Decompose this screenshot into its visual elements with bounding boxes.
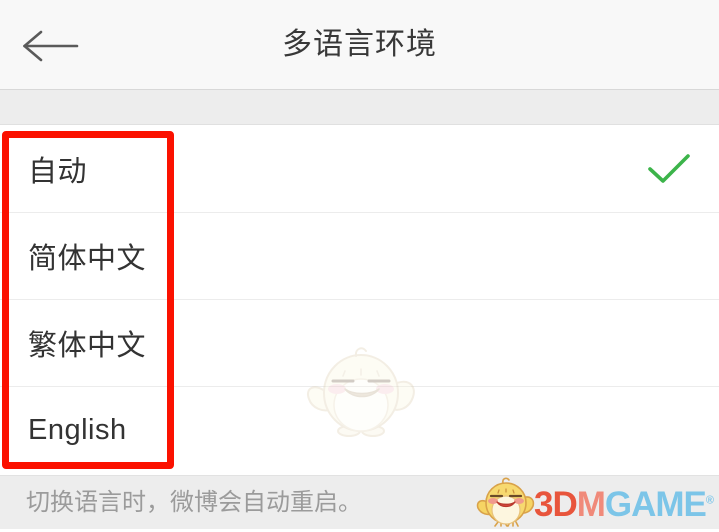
language-option-row[interactable]: 简体中文: [0, 212, 719, 299]
watermark-tm: ®: [705, 493, 714, 506]
language-option-label: English: [28, 413, 127, 446]
language-option-label: 简体中文: [28, 243, 147, 275]
section-gap-band: [0, 90, 719, 125]
watermark-3d: 3D: [533, 484, 578, 524]
footer-bar: 切换语言时，微博会自动重启。 3DMGAME®: [0, 475, 719, 529]
footer-note: 切换语言时，微博会自动重启。: [26, 489, 362, 516]
check-icon: [647, 153, 691, 185]
watermark-m: M: [576, 484, 606, 524]
bird-mascot-icon: [472, 477, 538, 527]
language-option-row[interactable]: 自动: [0, 125, 719, 212]
watermark-text: 3DMGAME®: [533, 484, 714, 524]
language-option-label: 自动: [28, 155, 88, 188]
language-option-row[interactable]: 繁体中文: [0, 299, 719, 386]
page-title: 多语言环境: [282, 28, 437, 61]
language-option-row[interactable]: English: [0, 386, 719, 473]
app-header: 多语言环境: [0, 0, 719, 90]
language-option-label: 繁体中文: [28, 330, 147, 362]
arrow-left-icon: [21, 29, 79, 63]
app-screen: 多语言环境 自动 简体中文 繁体中文 English 切换语言时，微博会自动重启…: [0, 0, 719, 529]
site-watermark: 3DMGAME®: [472, 475, 714, 529]
watermark-game: GAME: [604, 484, 707, 524]
back-button[interactable]: [12, 18, 88, 74]
language-options-list: 自动 简体中文 繁体中文 English: [0, 125, 719, 475]
